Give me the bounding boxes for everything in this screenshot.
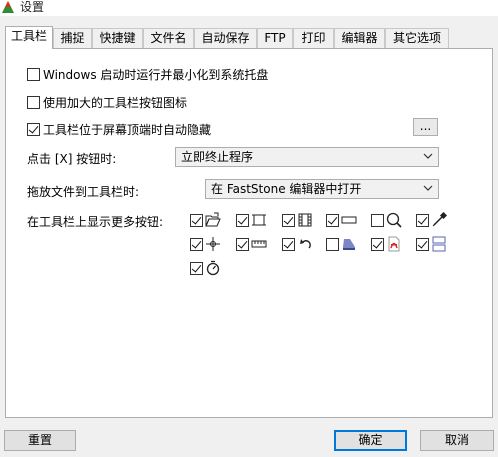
open-folder-icon bbox=[205, 212, 221, 227]
close-action-label: 点击 [X] 按钮时: bbox=[27, 152, 117, 166]
pdf-icon bbox=[388, 236, 400, 252]
startup-checkbox[interactable] bbox=[27, 68, 40, 81]
tab-autosave[interactable]: 自动保存 bbox=[194, 28, 257, 48]
autohide-checkbox[interactable] bbox=[27, 123, 40, 136]
toolbar-button-option[interactable] bbox=[282, 212, 313, 228]
toolbar-button-option[interactable] bbox=[371, 212, 402, 228]
pdf-checkbox[interactable] bbox=[371, 237, 384, 251]
color-picker-checkbox[interactable] bbox=[416, 213, 429, 227]
crosshair-checkbox[interactable] bbox=[190, 237, 203, 251]
large-icons-label: 使用加大的工具栏按钮图标 bbox=[43, 96, 188, 110]
toolbar-button-option[interactable] bbox=[282, 236, 313, 252]
fixed-region-checkbox[interactable] bbox=[236, 213, 249, 227]
close-action-value: 立即终止程序 bbox=[181, 150, 254, 164]
scanner-checkbox[interactable] bbox=[326, 237, 339, 251]
undo-arrow-checkbox[interactable] bbox=[282, 237, 295, 251]
magnifier-checkbox[interactable] bbox=[371, 213, 384, 227]
cancel-button[interactable]: 取消 bbox=[420, 430, 494, 451]
crosshair-icon bbox=[206, 237, 220, 251]
toolbar-button-option[interactable] bbox=[236, 212, 267, 228]
toolbar-buttons-label: 在工具栏上显示更多按钮: bbox=[27, 215, 164, 229]
toolbar-button-option[interactable] bbox=[190, 236, 221, 252]
tab-toolbar[interactable]: 工具栏 bbox=[5, 26, 53, 49]
close-action-select[interactable]: 立即终止程序 bbox=[175, 147, 439, 167]
option-startup[interactable]: Windows 启动时运行并最小化到系统托盘 bbox=[27, 66, 268, 83]
tab-ftp[interactable]: FTP bbox=[257, 28, 293, 48]
option-large-icons[interactable]: 使用加大的工具栏按钮图标 bbox=[27, 94, 187, 111]
autohide-label: 工具栏位于屏幕顶端时自动隐藏 bbox=[43, 123, 212, 137]
title-bar: 设置 bbox=[0, 0, 498, 16]
scanner-icon bbox=[343, 239, 355, 250]
rectangle-checkbox[interactable] bbox=[326, 213, 339, 227]
tab-capture[interactable]: 捕捉 bbox=[53, 28, 92, 48]
drag-action-value: 在 FastStone 编辑器中打开 bbox=[211, 182, 362, 196]
chevron-down-icon bbox=[423, 153, 433, 159]
autohide-settings-button[interactable]: ... bbox=[413, 118, 438, 136]
fixed-region-icon bbox=[252, 214, 266, 226]
toolbar-button-option[interactable] bbox=[236, 236, 267, 252]
open-folder-checkbox[interactable] bbox=[190, 213, 203, 227]
large-icons-checkbox[interactable] bbox=[27, 96, 40, 109]
drag-action-select[interactable]: 在 FastStone 编辑器中打开 bbox=[205, 179, 439, 199]
chevron-down-icon bbox=[423, 185, 433, 191]
tab-print[interactable]: 打印 bbox=[293, 28, 334, 48]
screen-ruler-checkbox[interactable] bbox=[236, 237, 249, 251]
film-strip-icon bbox=[298, 213, 312, 227]
window-title: 设置 bbox=[20, 0, 45, 14]
timer-icon bbox=[206, 260, 220, 276]
tab-hotkeys[interactable]: 快捷键 bbox=[92, 28, 143, 48]
reset-button[interactable]: 重置 bbox=[4, 430, 76, 451]
rectangle-icon bbox=[341, 216, 357, 224]
ok-button[interactable]: 确定 bbox=[334, 430, 407, 451]
tab-filename[interactable]: 文件名 bbox=[143, 28, 194, 48]
color-picker-icon bbox=[432, 212, 447, 227]
toolbar-button-option[interactable] bbox=[190, 260, 221, 276]
tab-other-options[interactable]: 其它选项 bbox=[385, 28, 449, 48]
drag-action-label: 拖放文件到工具栏时: bbox=[27, 185, 140, 199]
compare-screens-icon bbox=[432, 236, 446, 252]
tab-editor[interactable]: 编辑器 bbox=[334, 28, 385, 48]
startup-label: Windows 启动时运行并最小化到系统托盘 bbox=[43, 68, 269, 82]
option-autohide[interactable]: 工具栏位于屏幕顶端时自动隐藏 bbox=[27, 121, 211, 138]
timer-checkbox[interactable] bbox=[190, 261, 203, 275]
toolbar-button-option[interactable] bbox=[371, 236, 402, 252]
toolbar-button-option[interactable] bbox=[326, 212, 357, 228]
film-strip-checkbox[interactable] bbox=[282, 213, 295, 227]
undo-arrow-icon bbox=[300, 239, 311, 249]
screen-ruler-icon bbox=[251, 240, 267, 248]
toolbar-button-option[interactable] bbox=[190, 212, 221, 228]
magnifier-icon bbox=[386, 212, 402, 228]
toolbar-button-option[interactable] bbox=[416, 236, 447, 252]
faststone-app-icon bbox=[2, 1, 14, 13]
compare-screens-checkbox[interactable] bbox=[416, 237, 429, 251]
toolbar-button-option[interactable] bbox=[326, 236, 357, 252]
toolbar-button-option[interactable] bbox=[416, 212, 447, 228]
